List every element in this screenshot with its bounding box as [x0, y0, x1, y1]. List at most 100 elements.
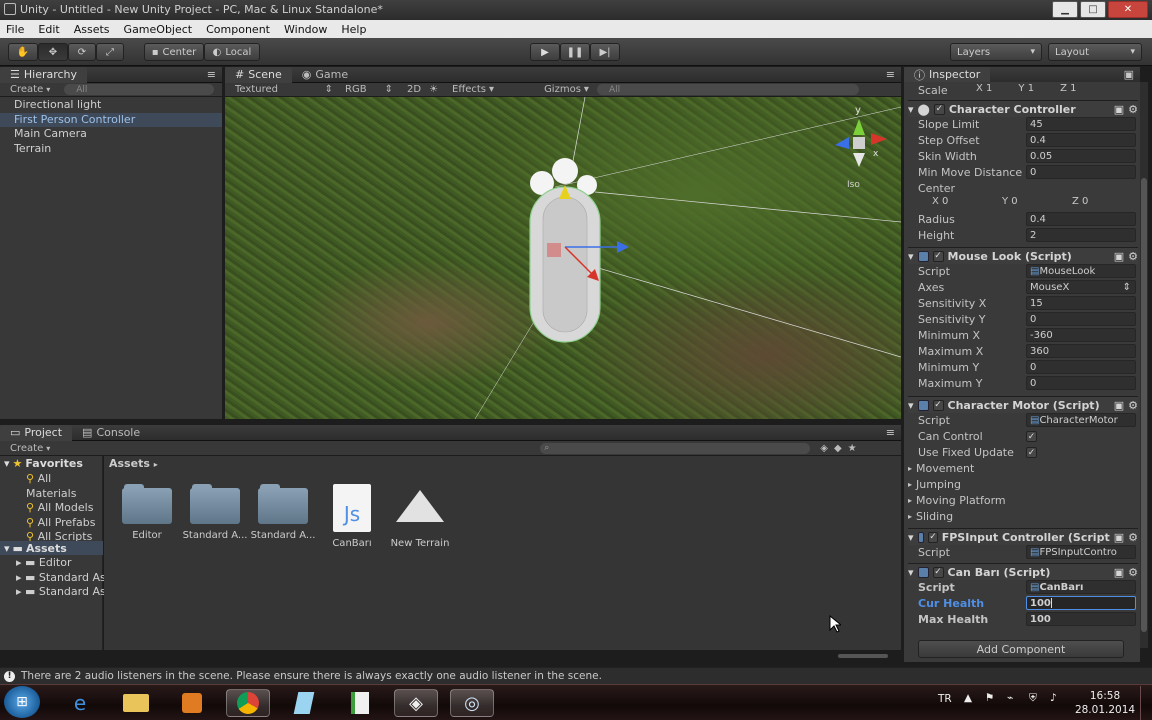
asset-breadcrumb[interactable]: Assets ▸	[109, 457, 158, 470]
scene-menu-icon[interactable]: ≡	[886, 68, 895, 81]
menu-gameobject[interactable]: GameObject	[124, 23, 193, 36]
pause-button[interactable]: ❚❚	[560, 43, 590, 61]
orientation-gizmo[interactable]: y x Iso	[835, 105, 887, 190]
menu-help[interactable]: Help	[341, 23, 366, 36]
icon-size-slider[interactable]	[838, 654, 888, 658]
power-icon[interactable]: ⌁	[1007, 692, 1013, 704]
character-controller-header[interactable]: ▾ ⬤ ✓ Character Controller ▣ ⚙	[908, 100, 1138, 117]
axes-dropdown[interactable]: MouseX ⇕	[1026, 280, 1136, 294]
menu-file[interactable]: File	[6, 23, 24, 36]
gizmos-dropdown[interactable]: Gizmos ▾	[544, 84, 589, 95]
taskbar-ie[interactable]: e	[58, 689, 102, 717]
sliding-foldout[interactable]: ▸ Sliding	[908, 508, 953, 524]
project-search-input[interactable]: ⌕	[540, 442, 811, 454]
sensitivity-x-field[interactable]: 15	[1026, 296, 1136, 310]
show-hidden-icons[interactable]: ▲	[964, 692, 972, 704]
slope-limit-field[interactable]: 45	[1026, 117, 1136, 131]
filter-by-type-icon[interactable]: ◈	[820, 443, 828, 454]
maximum-y-field[interactable]: 0	[1026, 376, 1136, 390]
maximize-button[interactable]: □	[1080, 1, 1106, 18]
can-control-checkbox[interactable]: ✓	[1026, 431, 1037, 442]
minimum-x-field[interactable]: -360	[1026, 328, 1136, 342]
inspector-scrollbar[interactable]	[1140, 82, 1148, 648]
local-global-toggle[interactable]: ◐ Local	[204, 43, 260, 61]
layout-dropdown[interactable]: Layout	[1048, 43, 1142, 61]
tab-inspector[interactable]: ⓘ Inspector	[904, 66, 991, 83]
menu-component[interactable]: Component	[206, 23, 270, 36]
min-move-distance-field[interactable]: 0	[1026, 165, 1136, 179]
mouse-look-header[interactable]: ▾ ✓ Mouse Look (Script) ▣ ⚙	[908, 247, 1138, 264]
menu-assets[interactable]: Assets	[74, 23, 110, 36]
step-offset-field[interactable]: 0.4	[1026, 133, 1136, 147]
hierarchy-create-button[interactable]: Create	[0, 84, 43, 95]
asset-tile-standard-assets[interactable]: Standard A...	[180, 484, 250, 541]
capsule-player[interactable]	[529, 158, 629, 343]
help-icon[interactable]: ▣	[1114, 250, 1124, 263]
hierarchy-item-first-person-controller[interactable]: First Person Controller	[0, 112, 222, 127]
hierarchy-search-input[interactable]: All	[64, 84, 215, 95]
help-icon[interactable]: ▣	[1114, 103, 1124, 116]
favorite-item[interactable]: ⚲ All Models	[26, 501, 102, 516]
flag-icon[interactable]: ⚑	[985, 692, 994, 704]
scene-search-input[interactable]: All	[596, 84, 859, 95]
favorites-header[interactable]: ▾ ★ Favorites	[4, 457, 83, 470]
rotate-tool-button[interactable]: ⟳	[68, 43, 96, 61]
enabled-checkbox[interactable]: ✓	[932, 566, 944, 578]
tab-game[interactable]: ◉ Game	[292, 67, 358, 83]
mouse-look-script-field[interactable]: ▤ MouseLook	[1026, 264, 1136, 278]
lighting-toggle-icon[interactable]: ☀	[429, 84, 438, 95]
add-component-button[interactable]: Add Component	[918, 640, 1124, 658]
close-button[interactable]: ✕	[1108, 1, 1148, 18]
assets-tree-root[interactable]: ▾ ▬ Assets	[0, 541, 103, 555]
windows-start-button[interactable]: ⊞	[4, 686, 40, 718]
tab-scene[interactable]: # Scene	[225, 66, 292, 83]
sensitivity-y-field[interactable]: 0	[1026, 312, 1136, 326]
hierarchy-item-terrain[interactable]: Terrain	[0, 142, 222, 157]
help-icon[interactable]: ▣	[1114, 566, 1124, 579]
movement-foldout[interactable]: ▸ Movement	[908, 460, 974, 476]
height-field[interactable]: 2	[1026, 228, 1136, 242]
menu-window[interactable]: Window	[284, 23, 327, 36]
asset-tile-editor[interactable]: Editor	[112, 484, 182, 541]
cur-health-field[interactable]: 100	[1026, 596, 1136, 610]
taskbar-chrome[interactable]	[226, 689, 270, 717]
moving-platform-foldout[interactable]: ▸ Moving Platform	[908, 492, 1006, 508]
scene-viewport[interactable]: y x Iso	[225, 97, 901, 419]
character-motor-script-field[interactable]: ▤ CharacterMotor	[1026, 413, 1136, 427]
skin-width-field[interactable]: 0.05	[1026, 149, 1136, 163]
color-mode-dropdown[interactable]: RGB ⇕	[333, 84, 393, 95]
effects-dropdown[interactable]: Effects ▾	[452, 84, 494, 95]
hand-tool-button[interactable]: ✋	[8, 43, 38, 61]
center-z-field[interactable]: 0	[1082, 196, 1088, 207]
enabled-checkbox[interactable]: ✓	[928, 531, 938, 543]
2d-toggle[interactable]: 2D	[407, 84, 421, 95]
help-icon[interactable]: ▣	[1114, 531, 1124, 544]
asset-tile-standard-assets-2[interactable]: Standard A...	[248, 484, 318, 541]
can-bari-script-field[interactable]: ▤ CanBarı	[1026, 580, 1136, 594]
show-desktop-button[interactable]	[1140, 686, 1152, 720]
plane-handle[interactable]	[547, 243, 561, 257]
enabled-checkbox[interactable]: ✓	[932, 399, 944, 411]
taskbar-unity[interactable]: ◈	[394, 689, 438, 717]
minimize-button[interactable]: ▁	[1052, 1, 1078, 18]
language-indicator[interactable]: TR	[938, 693, 952, 705]
radius-field[interactable]: 0.4	[1026, 212, 1136, 226]
gear-icon[interactable]: ⚙	[1128, 531, 1138, 544]
tree-folder-item[interactable]: ▸ ▬ Standard As	[16, 571, 106, 586]
scale-y[interactable]: 1	[1028, 83, 1034, 94]
tab-console[interactable]: ▤ Console	[72, 425, 150, 441]
fps-input-controller-header[interactable]: ▾ ✓ FPSInput Controller (Script ▣ ⚙	[908, 528, 1138, 545]
character-motor-header[interactable]: ▾ ✓ Character Motor (Script) ▣ ⚙	[908, 396, 1138, 413]
volume-icon[interactable]: ♪	[1050, 692, 1057, 704]
lock-icon[interactable]: ▣	[1124, 68, 1134, 81]
center-y-field[interactable]: 0	[1011, 196, 1017, 207]
tab-project[interactable]: ▭ Project	[0, 424, 73, 441]
status-bar[interactable]: ! There are 2 audio listeners in the sce…	[0, 667, 1152, 684]
taskbar-recorder[interactable]: ◎	[450, 689, 494, 717]
tab-hierarchy[interactable]: ☰ Hierarchy	[0, 66, 88, 83]
help-icon[interactable]: ▣	[1114, 399, 1124, 412]
play-button[interactable]: ▶	[530, 43, 560, 61]
menu-edit[interactable]: Edit	[38, 23, 59, 36]
favorite-star-icon[interactable]: ★	[848, 443, 857, 454]
move-tool-button[interactable]: ✥	[38, 43, 68, 61]
